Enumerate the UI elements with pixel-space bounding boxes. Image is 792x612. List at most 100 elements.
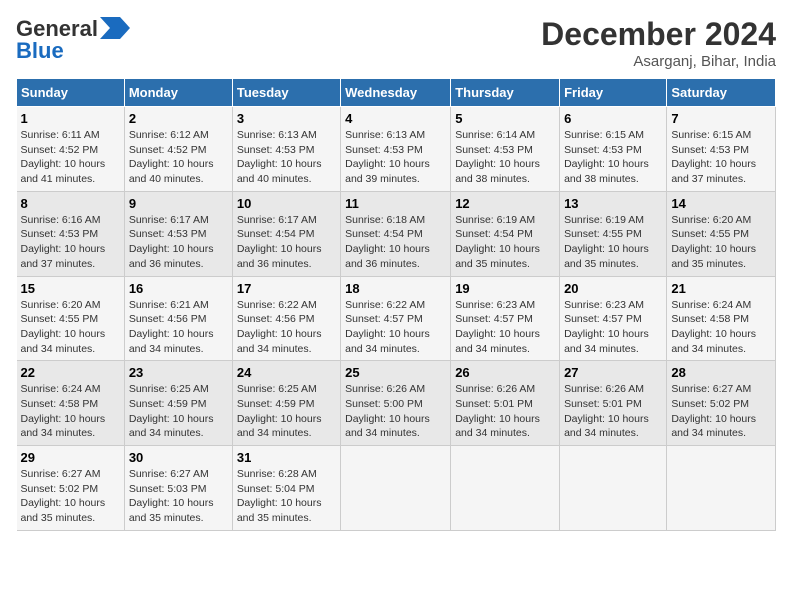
day-number: 24	[237, 365, 336, 380]
calendar-cell: 18 Sunrise: 6:22 AMSunset: 4:57 PMDayligh…	[341, 276, 451, 361]
cell-info: Sunrise: 6:20 AMSunset: 4:55 PMDaylight:…	[671, 213, 771, 272]
cell-info: Sunrise: 6:23 AMSunset: 4:57 PMDaylight:…	[455, 298, 555, 357]
day-number: 18	[345, 281, 446, 296]
day-number: 26	[455, 365, 555, 380]
calendar-cell: 4 Sunrise: 6:13 AMSunset: 4:53 PMDaylight…	[341, 107, 451, 192]
cell-info: Sunrise: 6:27 AMSunset: 5:02 PMDaylight:…	[671, 382, 771, 441]
day-number: 4	[345, 111, 446, 126]
calendar-cell: 26 Sunrise: 6:26 AMSunset: 5:01 PMDayligh…	[451, 361, 560, 446]
cell-info: Sunrise: 6:13 AMSunset: 4:53 PMDaylight:…	[237, 128, 336, 187]
cell-info: Sunrise: 6:19 AMSunset: 4:55 PMDaylight:…	[564, 213, 662, 272]
calendar-cell: 24 Sunrise: 6:25 AMSunset: 4:59 PMDayligh…	[232, 361, 340, 446]
day-number: 31	[237, 450, 336, 465]
weekday-header-thursday: Thursday	[451, 79, 560, 107]
cell-info: Sunrise: 6:11 AMSunset: 4:52 PMDaylight:…	[21, 128, 120, 187]
calendar-cell: 12 Sunrise: 6:19 AMSunset: 4:54 PMDayligh…	[451, 191, 560, 276]
calendar-cell	[451, 446, 560, 531]
cell-info: Sunrise: 6:26 AMSunset: 5:01 PMDaylight:…	[564, 382, 662, 441]
cell-info: Sunrise: 6:21 AMSunset: 4:56 PMDaylight:…	[129, 298, 228, 357]
calendar-table: SundayMondayTuesdayWednesdayThursdayFrid…	[16, 78, 776, 531]
calendar-cell: 21 Sunrise: 6:24 AMSunset: 4:58 PMDayligh…	[667, 276, 776, 361]
day-number: 2	[129, 111, 228, 126]
month-title: December 2024	[541, 16, 776, 53]
cell-info: Sunrise: 6:17 AMSunset: 4:53 PMDaylight:…	[129, 213, 228, 272]
calendar-cell: 20 Sunrise: 6:23 AMSunset: 4:57 PMDayligh…	[560, 276, 667, 361]
title-block: December 2024 Asarganj, Bihar, India	[541, 16, 776, 70]
cell-info: Sunrise: 6:23 AMSunset: 4:57 PMDaylight:…	[564, 298, 662, 357]
cell-info: Sunrise: 6:24 AMSunset: 4:58 PMDaylight:…	[671, 298, 771, 357]
day-number: 15	[21, 281, 120, 296]
weekday-header-friday: Friday	[560, 79, 667, 107]
week-row-3: 15 Sunrise: 6:20 AMSunset: 4:55 PMDayligh…	[17, 276, 776, 361]
calendar-cell: 14 Sunrise: 6:20 AMSunset: 4:55 PMDayligh…	[667, 191, 776, 276]
weekday-header-sunday: Sunday	[17, 79, 125, 107]
day-number: 22	[21, 365, 120, 380]
day-number: 7	[671, 111, 771, 126]
cell-info: Sunrise: 6:22 AMSunset: 4:56 PMDaylight:…	[237, 298, 336, 357]
day-number: 14	[671, 196, 771, 211]
calendar-cell	[560, 446, 667, 531]
week-row-1: 1 Sunrise: 6:11 AMSunset: 4:52 PMDaylight…	[17, 107, 776, 192]
cell-info: Sunrise: 6:27 AMSunset: 5:02 PMDaylight:…	[21, 467, 120, 526]
page-header: General Blue December 2024 Asarganj, Bih…	[16, 16, 776, 70]
calendar-cell: 19 Sunrise: 6:23 AMSunset: 4:57 PMDayligh…	[451, 276, 560, 361]
cell-info: Sunrise: 6:25 AMSunset: 4:59 PMDaylight:…	[129, 382, 228, 441]
calendar-cell: 23 Sunrise: 6:25 AMSunset: 4:59 PMDayligh…	[124, 361, 232, 446]
cell-info: Sunrise: 6:26 AMSunset: 5:01 PMDaylight:…	[455, 382, 555, 441]
day-number: 1	[21, 111, 120, 126]
logo: General Blue	[16, 16, 130, 64]
cell-info: Sunrise: 6:27 AMSunset: 5:03 PMDaylight:…	[129, 467, 228, 526]
weekday-header-tuesday: Tuesday	[232, 79, 340, 107]
cell-info: Sunrise: 6:13 AMSunset: 4:53 PMDaylight:…	[345, 128, 446, 187]
weekday-header-saturday: Saturday	[667, 79, 776, 107]
calendar-cell: 17Sunrise: 6:22 AMSunset: 4:56 PMDayligh…	[232, 276, 340, 361]
cell-info: Sunrise: 6:15 AMSunset: 4:53 PMDaylight:…	[671, 128, 771, 187]
calendar-cell: 10 Sunrise: 6:17 AMSunset: 4:54 PMDayligh…	[232, 191, 340, 276]
calendar-cell: 15 Sunrise: 6:20 AMSunset: 4:55 PMDayligh…	[17, 276, 125, 361]
cell-info: Sunrise: 6:19 AMSunset: 4:54 PMDaylight:…	[455, 213, 555, 272]
calendar-cell: 6Sunrise: 6:15 AMSunset: 4:53 PMDaylight…	[560, 107, 667, 192]
day-number: 30	[129, 450, 228, 465]
day-number: 13	[564, 196, 662, 211]
week-row-2: 8Sunrise: 6:16 AMSunset: 4:53 PMDaylight…	[17, 191, 776, 276]
cell-info: Sunrise: 6:20 AMSunset: 4:55 PMDaylight:…	[21, 298, 120, 357]
day-number: 5	[455, 111, 555, 126]
cell-info: Sunrise: 6:25 AMSunset: 4:59 PMDaylight:…	[237, 382, 336, 441]
calendar-cell: 30 Sunrise: 6:27 AMSunset: 5:03 PMDayligh…	[124, 446, 232, 531]
day-number: 19	[455, 281, 555, 296]
cell-info: Sunrise: 6:22 AMSunset: 4:57 PMDaylight:…	[345, 298, 446, 357]
day-number: 20	[564, 281, 662, 296]
calendar-cell: 22Sunrise: 6:24 AMSunset: 4:58 PMDayligh…	[17, 361, 125, 446]
calendar-cell: 9Sunrise: 6:17 AMSunset: 4:53 PMDaylight…	[124, 191, 232, 276]
calendar-cell	[341, 446, 451, 531]
calendar-cell	[667, 446, 776, 531]
day-number: 25	[345, 365, 446, 380]
day-number: 21	[671, 281, 771, 296]
calendar-cell: 7 Sunrise: 6:15 AMSunset: 4:53 PMDaylight…	[667, 107, 776, 192]
logo-arrow-icon	[100, 17, 130, 39]
cell-info: Sunrise: 6:16 AMSunset: 4:53 PMDaylight:…	[21, 213, 120, 272]
day-number: 6	[564, 111, 662, 126]
calendar-cell: 27 Sunrise: 6:26 AMSunset: 5:01 PMDayligh…	[560, 361, 667, 446]
calendar-cell: 1 Sunrise: 6:11 AMSunset: 4:52 PMDaylight…	[17, 107, 125, 192]
weekday-header-row: SundayMondayTuesdayWednesdayThursdayFrid…	[17, 79, 776, 107]
calendar-cell: 8Sunrise: 6:16 AMSunset: 4:53 PMDaylight…	[17, 191, 125, 276]
calendar-cell: 31 Sunrise: 6:28 AMSunset: 5:04 PMDayligh…	[232, 446, 340, 531]
day-number: 3	[237, 111, 336, 126]
location-text: Asarganj, Bihar, India	[541, 53, 776, 70]
calendar-cell: 3 Sunrise: 6:13 AMSunset: 4:53 PMDaylight…	[232, 107, 340, 192]
day-number: 10	[237, 196, 336, 211]
cell-info: Sunrise: 6:17 AMSunset: 4:54 PMDaylight:…	[237, 213, 336, 272]
calendar-cell: 25 Sunrise: 6:26 AMSunset: 5:00 PMDayligh…	[341, 361, 451, 446]
cell-info: Sunrise: 6:18 AMSunset: 4:54 PMDaylight:…	[345, 213, 446, 272]
cell-info: Sunrise: 6:14 AMSunset: 4:53 PMDaylight:…	[455, 128, 555, 187]
day-number: 16	[129, 281, 228, 296]
weekday-header-wednesday: Wednesday	[341, 79, 451, 107]
week-row-4: 22Sunrise: 6:24 AMSunset: 4:58 PMDayligh…	[17, 361, 776, 446]
cell-info: Sunrise: 6:28 AMSunset: 5:04 PMDaylight:…	[237, 467, 336, 526]
cell-info: Sunrise: 6:26 AMSunset: 5:00 PMDaylight:…	[345, 382, 446, 441]
day-number: 23	[129, 365, 228, 380]
day-number: 12	[455, 196, 555, 211]
day-number: 27	[564, 365, 662, 380]
calendar-cell: 28Sunrise: 6:27 AMSunset: 5:02 PMDayligh…	[667, 361, 776, 446]
